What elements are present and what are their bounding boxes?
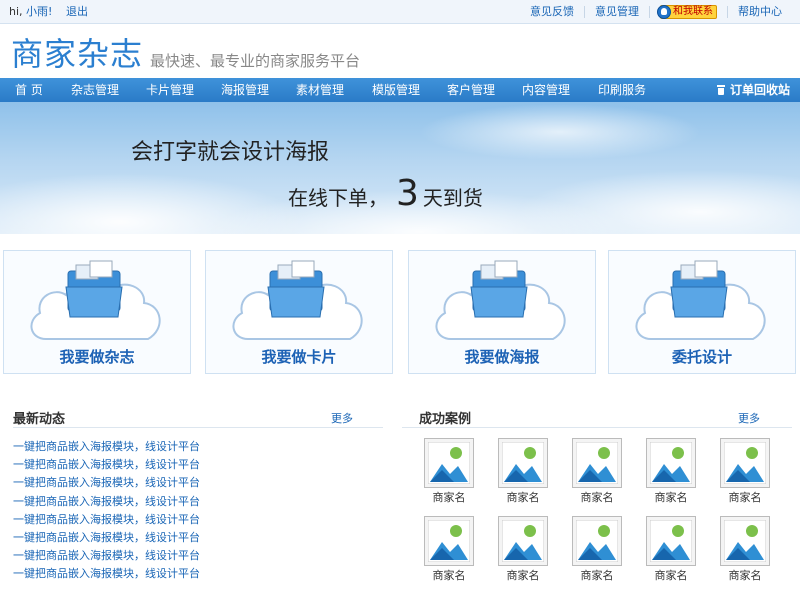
cases-header: 成功案例 更多 <box>402 402 792 428</box>
make-magazine-label: 我要做杂志 <box>59 348 135 366</box>
news-item[interactable]: 一键把商品嵌入海报模块，线设计平台 <box>13 474 373 492</box>
news-title: 最新动态 <box>13 412 66 427</box>
case-name: 商家名 <box>432 569 466 582</box>
image-placeholder-icon <box>424 516 474 566</box>
commission-design-label: 委托设计 <box>671 348 732 366</box>
commission-design-card[interactable]: 委托设计 <box>608 250 796 374</box>
contact-label: 和我联系 <box>673 6 713 17</box>
qq-icon <box>657 5 671 19</box>
make-card-card[interactable]: 我要做卡片 <box>205 250 393 374</box>
logout-link[interactable]: 退出 <box>66 5 88 18</box>
trash-icon <box>716 85 725 95</box>
make-card-label: 我要做卡片 <box>261 348 337 366</box>
hero-banner: 会打字就会设计海报 在线下单， 3 天到货 <box>0 102 800 234</box>
nav-item-template[interactable]: 模版管理 <box>372 78 420 102</box>
case-name: 商家名 <box>580 491 614 504</box>
case-item[interactable]: 商家名 <box>646 438 700 508</box>
case-item[interactable]: 商家名 <box>498 438 552 508</box>
make-poster-card[interactable]: 我要做海报 <box>408 250 596 374</box>
case-item[interactable]: 商家名 <box>720 516 774 586</box>
feedback-manage-link[interactable]: 意见管理 <box>585 0 649 24</box>
image-placeholder-icon <box>646 516 696 566</box>
username: 小雨! <box>26 5 53 18</box>
news-item[interactable]: 一键把商品嵌入海报模块，线设计平台 <box>13 511 373 529</box>
make-magazine-card[interactable]: 我要做杂志 <box>3 250 191 374</box>
image-placeholder-icon <box>498 516 548 566</box>
nav-item-customer[interactable]: 客户管理 <box>447 78 495 102</box>
case-item[interactable]: 商家名 <box>646 516 700 586</box>
site-slogan: 最快速、最专业的商家服务平台 <box>150 52 361 70</box>
cases-more-link[interactable]: 更多 <box>738 410 760 426</box>
image-placeholder-icon <box>424 438 474 488</box>
make-poster-label: 我要做海报 <box>464 348 540 366</box>
case-name: 商家名 <box>654 569 688 582</box>
main-nav: 首 页 杂志管理 卡片管理 海报管理 素材管理 模版管理 客户管理 内容管理 印… <box>0 78 800 102</box>
feedback-link[interactable]: 意见反馈 <box>520 0 584 24</box>
greeting-text: hi, <box>9 5 23 18</box>
site-header: 商家杂志 最快速、最专业的商家服务平台 <box>0 24 800 78</box>
nav-item-home[interactable]: 首 页 <box>15 78 43 102</box>
case-name: 商家名 <box>506 569 540 582</box>
nav-item-material[interactable]: 素材管理 <box>296 78 344 102</box>
top-links: 意见反馈 意见管理 和我联系 帮助中心 <box>520 0 792 24</box>
nav-item-card[interactable]: 卡片管理 <box>146 78 194 102</box>
case-name: 商家名 <box>728 491 762 504</box>
news-more-link[interactable]: 更多 <box>331 410 353 426</box>
order-recycle-bin[interactable]: 订单回收站 <box>716 78 790 102</box>
nav-item-content[interactable]: 内容管理 <box>522 78 570 102</box>
cloud-folder-icon <box>30 260 161 340</box>
case-name: 商家名 <box>580 569 614 582</box>
case-item[interactable]: 商家名 <box>424 438 478 508</box>
case-name: 商家名 <box>432 491 466 504</box>
news-item[interactable]: 一键把商品嵌入海报模块，线设计平台 <box>13 565 373 583</box>
image-placeholder-icon <box>498 438 548 488</box>
help-center-link[interactable]: 帮助中心 <box>728 0 792 24</box>
cloud-folder-icon <box>635 260 766 340</box>
image-placeholder-icon <box>572 438 622 488</box>
image-placeholder-icon <box>646 438 696 488</box>
banner-subline-prefix: 在线下单， <box>288 186 388 210</box>
case-item[interactable]: 商家名 <box>572 438 626 508</box>
nav-item-print[interactable]: 印刷服务 <box>598 78 646 102</box>
news-item[interactable]: 一键把商品嵌入海报模块，线设计平台 <box>13 529 373 547</box>
nav-item-magazine[interactable]: 杂志管理 <box>71 78 119 102</box>
divider <box>649 6 650 18</box>
news-item[interactable]: 一键把商品嵌入海报模块，线设计平台 <box>13 456 373 474</box>
news-item[interactable]: 一键把商品嵌入海报模块，线设计平台 <box>13 547 373 565</box>
top-bar: hi, 小雨! 退出 意见反馈 意见管理 和我联系 帮助中心 <box>0 0 800 24</box>
case-item[interactable]: 商家名 <box>424 516 478 586</box>
news-item[interactable]: 一键把商品嵌入海报模块，线设计平台 <box>13 438 373 456</box>
case-item[interactable]: 商家名 <box>498 516 552 586</box>
image-placeholder-icon <box>572 516 622 566</box>
image-placeholder-icon <box>720 438 770 488</box>
banner-day-count: 3 <box>396 173 419 214</box>
image-placeholder-icon <box>720 516 770 566</box>
case-name: 商家名 <box>654 491 688 504</box>
cloud-folder-icon <box>435 260 566 340</box>
news-item[interactable]: 一键把商品嵌入海报模块，线设计平台 <box>13 493 373 511</box>
contact-me-button[interactable]: 和我联系 <box>657 5 717 19</box>
banner-subline-suffix: 天到货 <box>422 186 483 210</box>
banner-subline: 在线下单， 3 天到货 <box>288 174 483 218</box>
case-item[interactable]: 商家名 <box>572 516 626 586</box>
news-list: 一键把商品嵌入海报模块，线设计平台 一键把商品嵌入海报模块，线设计平台 一键把商… <box>13 438 373 584</box>
recycle-label: 订单回收站 <box>729 83 790 97</box>
news-header: 最新动态 更多 <box>13 402 383 428</box>
user-greeting: hi, 小雨! 退出 <box>9 0 88 24</box>
case-item[interactable]: 商家名 <box>720 438 774 508</box>
site-logo[interactable]: 商家杂志 <box>11 37 143 71</box>
case-name: 商家名 <box>506 491 540 504</box>
case-name: 商家名 <box>728 569 762 582</box>
banner-headline: 会打字就会设计海报 <box>131 140 330 165</box>
cloud-folder-icon <box>232 260 363 340</box>
cases-title: 成功案例 <box>419 412 472 427</box>
nav-item-poster[interactable]: 海报管理 <box>221 78 269 102</box>
